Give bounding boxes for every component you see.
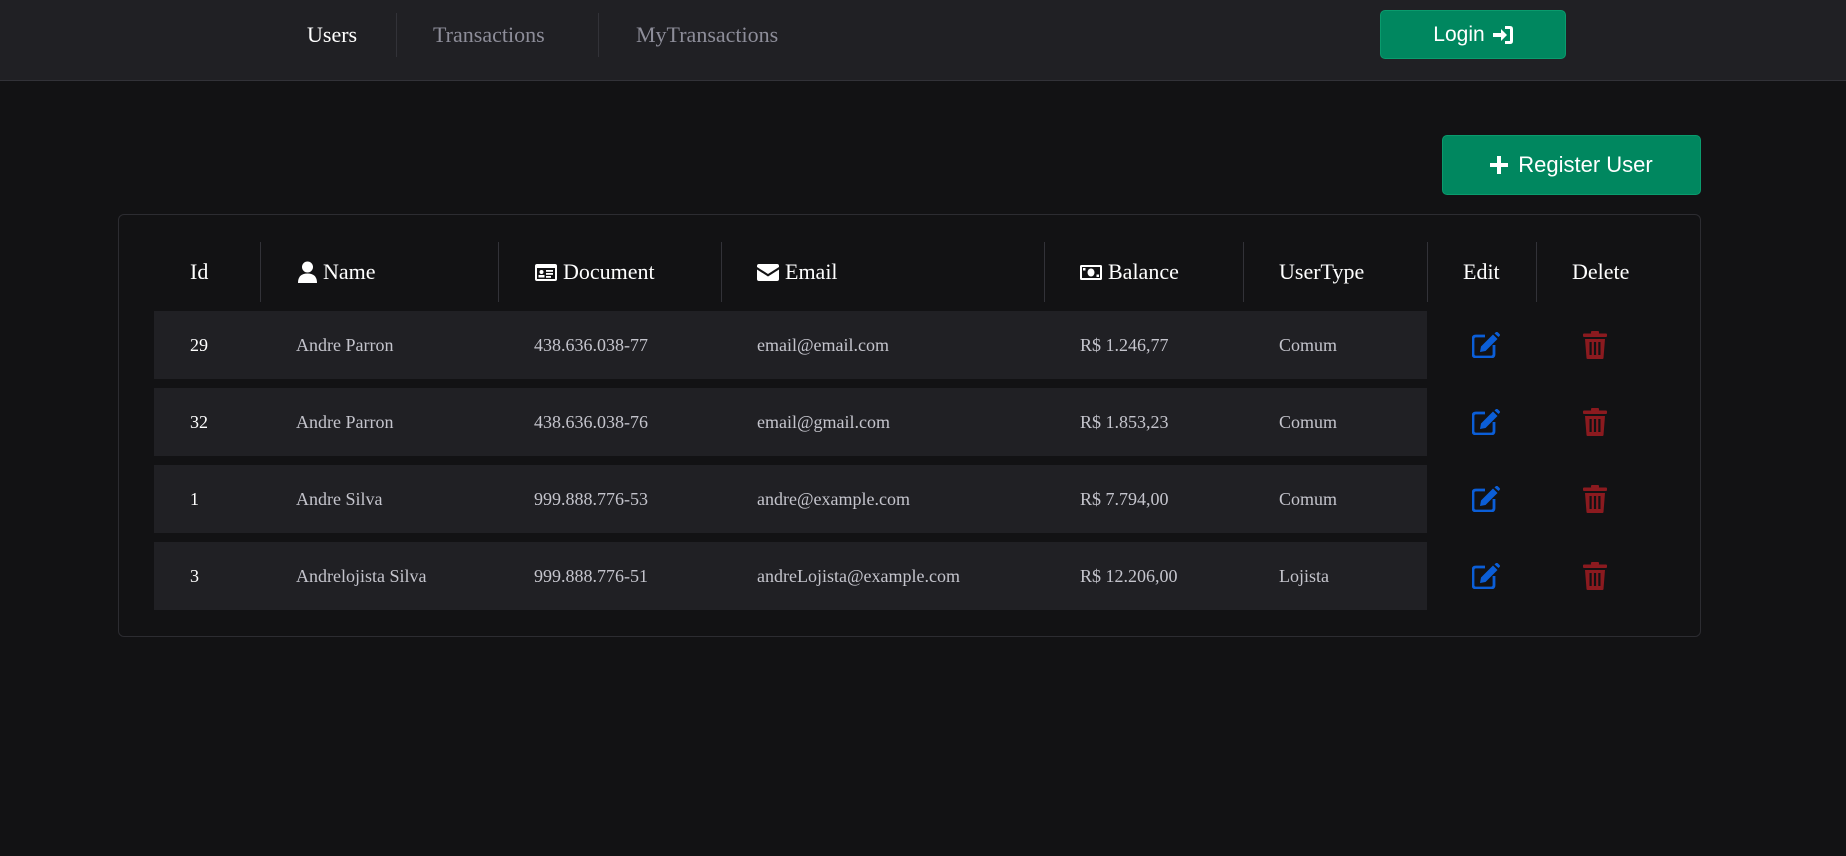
id-card-icon xyxy=(535,263,557,281)
header-divider xyxy=(1044,242,1045,302)
cell-id: 29 xyxy=(190,335,208,355)
header-divider xyxy=(1427,242,1428,302)
header-id: Id xyxy=(190,259,209,284)
header-divider xyxy=(498,242,499,302)
header-divider xyxy=(1536,242,1537,302)
nav-transactions[interactable]: Transactions xyxy=(433,0,545,70)
cell-name: Andre Parron xyxy=(296,412,394,432)
login-button[interactable]: Login xyxy=(1380,10,1566,59)
cell-usertype: Lojista xyxy=(1279,566,1329,586)
cell-document: 999.888.776-53 xyxy=(534,489,648,509)
header-delete: Delete xyxy=(1572,259,1630,284)
cell-balance: R$ 7.794,00 xyxy=(1080,489,1169,509)
register-user-button[interactable]: Register User xyxy=(1442,135,1701,195)
cell-email: email@gmail.com xyxy=(757,412,891,432)
header-email: Email xyxy=(757,242,838,302)
trash-icon[interactable] xyxy=(1577,558,1613,594)
edit-icon[interactable] xyxy=(1468,327,1504,363)
edit-icon[interactable] xyxy=(1468,481,1504,517)
user-icon xyxy=(298,261,317,283)
trash-icon[interactable] xyxy=(1577,327,1613,363)
cell-usertype: Comum xyxy=(1279,489,1338,509)
nav-divider xyxy=(598,13,599,57)
cell-usertype: Comum xyxy=(1279,412,1338,432)
cell-balance: R$ 1.853,23 xyxy=(1080,412,1169,432)
header-divider xyxy=(1243,242,1244,302)
cell-document: 999.888.776-51 xyxy=(534,566,648,586)
sign-in-icon xyxy=(1492,25,1513,44)
cell-balance: R$ 12.206,00 xyxy=(1080,566,1178,586)
envelope-icon xyxy=(757,263,779,281)
cell-balance: R$ 1.246,77 xyxy=(1080,335,1169,355)
cell-name: Andrelojista Silva xyxy=(296,566,427,586)
cell-email: andre@example.com xyxy=(757,489,911,509)
login-label: Login xyxy=(1433,22,1485,46)
cell-document: 438.636.038-76 xyxy=(534,412,648,432)
register-user-label: Register User xyxy=(1518,152,1653,177)
top-navbar: Users Transactions MyTransactions Login xyxy=(0,0,1846,81)
cell-email: email@email.com xyxy=(757,335,890,355)
header-usertype: UserType xyxy=(1279,259,1365,284)
plus-icon xyxy=(1490,156,1509,174)
nav-users[interactable]: Users xyxy=(307,0,357,70)
header-name: Name xyxy=(298,242,376,302)
trash-icon[interactable] xyxy=(1577,404,1613,440)
cell-usertype: Comum xyxy=(1279,335,1338,355)
nav-divider xyxy=(396,13,397,57)
cell-id: 3 xyxy=(190,566,199,586)
header-edit: Edit xyxy=(1463,259,1500,284)
cell-email: andreLojista@example.com xyxy=(757,566,961,586)
cell-name: Andre Silva xyxy=(296,489,383,509)
edit-icon[interactable] xyxy=(1468,558,1504,594)
header-divider xyxy=(260,242,261,302)
cell-name: Andre Parron xyxy=(296,335,394,355)
cell-id: 1 xyxy=(190,489,199,509)
trash-icon[interactable] xyxy=(1577,481,1613,517)
money-bill-icon xyxy=(1080,264,1102,280)
header-balance: Balance xyxy=(1080,242,1179,302)
header-document: Document xyxy=(535,242,655,302)
nav-mytransactions[interactable]: MyTransactions xyxy=(636,0,778,70)
edit-icon[interactable] xyxy=(1468,404,1504,440)
cell-document: 438.636.038-77 xyxy=(534,335,648,355)
cell-id: 32 xyxy=(190,412,208,432)
header-divider xyxy=(721,242,722,302)
